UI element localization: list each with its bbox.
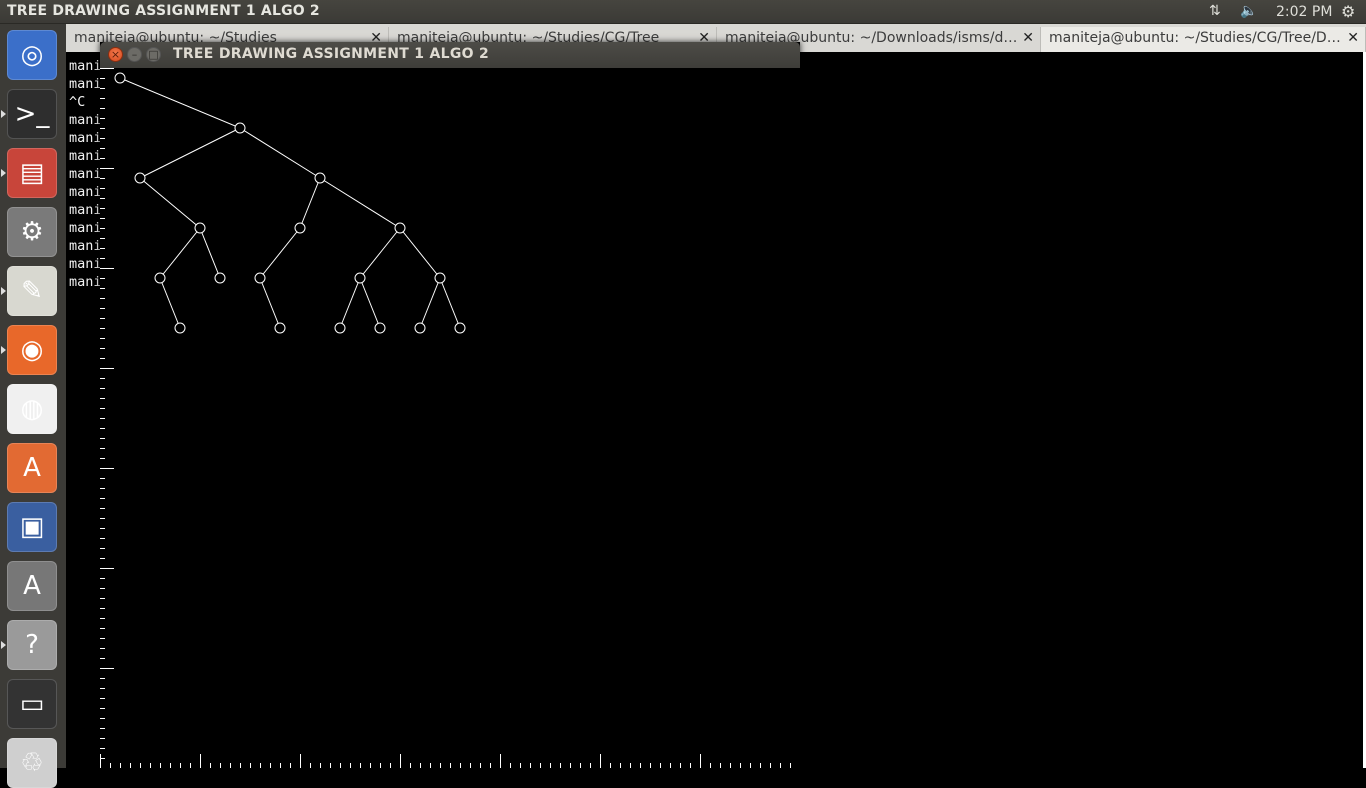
ubuntu-dash-icon-glyph: ◎ xyxy=(20,40,44,70)
tree-node xyxy=(334,322,346,334)
tree-edge xyxy=(119,77,241,129)
tree-node xyxy=(214,272,226,284)
tree-edge xyxy=(259,277,281,329)
tree-node xyxy=(414,322,426,334)
tree-edge xyxy=(359,227,401,279)
software-center-icon-glyph: A xyxy=(23,453,41,483)
axis-ticks xyxy=(100,68,791,768)
chrome-icon[interactable]: ◍ xyxy=(7,384,57,434)
clock[interactable]: 2:02 PM xyxy=(1276,4,1332,20)
save-disk-icon[interactable]: ▭ xyxy=(7,679,57,729)
tree-edge xyxy=(259,227,301,279)
tree-node xyxy=(134,172,146,184)
running-indicator xyxy=(1,169,6,177)
window-maximize-button[interactable]: □ xyxy=(146,47,161,62)
tree-edge xyxy=(339,277,361,329)
tree-node xyxy=(394,222,406,234)
volume-icon[interactable]: 🔈 xyxy=(1240,3,1257,19)
active-app-title: TREE DRAWING ASSIGNMENT 1 ALGO 2 xyxy=(7,3,320,19)
terminal-line: mani xyxy=(69,238,102,254)
software-center-icon[interactable]: A xyxy=(7,443,57,493)
gear-icon[interactable]: ⚙ xyxy=(1341,2,1355,21)
trash-icon[interactable]: ♲ xyxy=(7,738,57,788)
ubuntu-dash-icon[interactable]: ◎ xyxy=(7,30,57,80)
tree-node xyxy=(434,272,446,284)
text-editor-icon-glyph: ✎ xyxy=(21,276,43,306)
terminal-line: mani xyxy=(69,256,102,272)
terminal-line: mani xyxy=(69,220,102,236)
terminal-line: mani xyxy=(69,130,102,146)
terminal-icon-glyph: >_ xyxy=(14,99,50,129)
window-close-button[interactable]: × xyxy=(108,47,123,62)
graphics-window: × – □ TREE DRAWING ASSIGNMENT 1 ALGO 2 xyxy=(100,42,800,768)
tree-edge xyxy=(359,277,381,329)
close-icon[interactable]: ✕ xyxy=(1022,30,1034,46)
running-indicator xyxy=(1,110,6,118)
running-indicator xyxy=(1,346,6,354)
running-indicator xyxy=(1,287,6,295)
tree-node xyxy=(274,322,286,334)
firefox-icon-glyph: ◉ xyxy=(20,335,44,365)
window-minimize-button[interactable]: – xyxy=(127,47,142,62)
tree-node xyxy=(194,222,206,234)
tree-node xyxy=(354,272,366,284)
tree-node xyxy=(154,272,166,284)
terminal-line: mani xyxy=(69,58,102,74)
files-icon-glyph: ▤ xyxy=(19,158,45,188)
tree-edge xyxy=(319,177,401,229)
terminal-output: mani mani ^C mani mani mani mani mani mani mani ma… xyxy=(69,57,102,291)
tree-edge xyxy=(139,177,201,229)
remote-desktop-icon[interactable]: ▣ xyxy=(7,502,57,552)
files-icon[interactable]: ▤ xyxy=(7,148,57,198)
close-icon[interactable]: ✕ xyxy=(1347,30,1359,46)
terminal-tab-label: maniteja@ubuntu: ~/Studies/CG/Tree/D… xyxy=(1049,30,1341,46)
software-updater-icon[interactable]: A xyxy=(7,561,57,611)
tree-node xyxy=(114,72,126,84)
remote-desktop-icon-glyph: ▣ xyxy=(19,512,45,542)
tree-edge xyxy=(439,277,461,329)
help-icon[interactable]: ? xyxy=(7,620,57,670)
help-icon-glyph: ? xyxy=(25,630,39,660)
tree-node xyxy=(294,222,306,234)
tree-node xyxy=(234,122,246,134)
text-editor-icon[interactable]: ✎ xyxy=(7,266,57,316)
trash-icon-glyph: ♲ xyxy=(20,748,44,778)
terminal-line: mani xyxy=(69,76,102,92)
terminal-line: mani xyxy=(69,112,102,128)
save-disk-icon-glyph: ▭ xyxy=(19,689,45,719)
network-updown-icon[interactable]: ⇅ xyxy=(1209,3,1221,19)
tree-edge xyxy=(299,177,321,229)
tree-node xyxy=(174,322,186,334)
terminal-line: mani xyxy=(69,184,102,200)
system-settings-icon-glyph: ⚙ xyxy=(20,217,44,247)
tree-edge xyxy=(139,127,241,179)
terminal-tab-active[interactable]: maniteja@ubuntu: ~/Studies/CG/Tree/D… ✕ xyxy=(1041,27,1366,52)
terminal-line: mani xyxy=(69,274,102,290)
terminal-line: mani xyxy=(69,148,102,164)
chrome-icon-glyph: ◍ xyxy=(20,394,44,424)
terminal-line: mani xyxy=(69,166,102,182)
terminal-line: ^C xyxy=(69,94,86,110)
tree-edge xyxy=(239,127,321,179)
tree-canvas xyxy=(100,68,791,768)
tree-node xyxy=(314,172,326,184)
software-updater-icon-glyph: A xyxy=(23,571,41,601)
window-title: TREE DRAWING ASSIGNMENT 1 ALGO 2 xyxy=(173,46,490,62)
tree-edge xyxy=(199,227,221,279)
tree-edge xyxy=(159,227,201,279)
tree-edge xyxy=(159,277,181,329)
running-indicator xyxy=(1,641,6,649)
tree-edge xyxy=(419,277,441,329)
tree-node xyxy=(454,322,466,334)
tree-node xyxy=(374,322,386,334)
terminal-icon[interactable]: >_ xyxy=(7,89,57,139)
tree-node xyxy=(254,272,266,284)
window-titlebar[interactable]: × – □ TREE DRAWING ASSIGNMENT 1 ALGO 2 xyxy=(100,42,800,68)
system-settings-icon[interactable]: ⚙ xyxy=(7,207,57,257)
firefox-icon[interactable]: ◉ xyxy=(7,325,57,375)
tree-edge xyxy=(399,227,441,279)
launcher: ◎ >_ ▤ ⚙ ✎ ◉ ◍ A ▣ A? ▭ ♲ xyxy=(0,24,67,788)
top-panel: TREE DRAWING ASSIGNMENT 1 ALGO 2 ⇅ 🔈 2:0… xyxy=(0,0,1366,24)
terminal-line: mani xyxy=(69,202,102,218)
